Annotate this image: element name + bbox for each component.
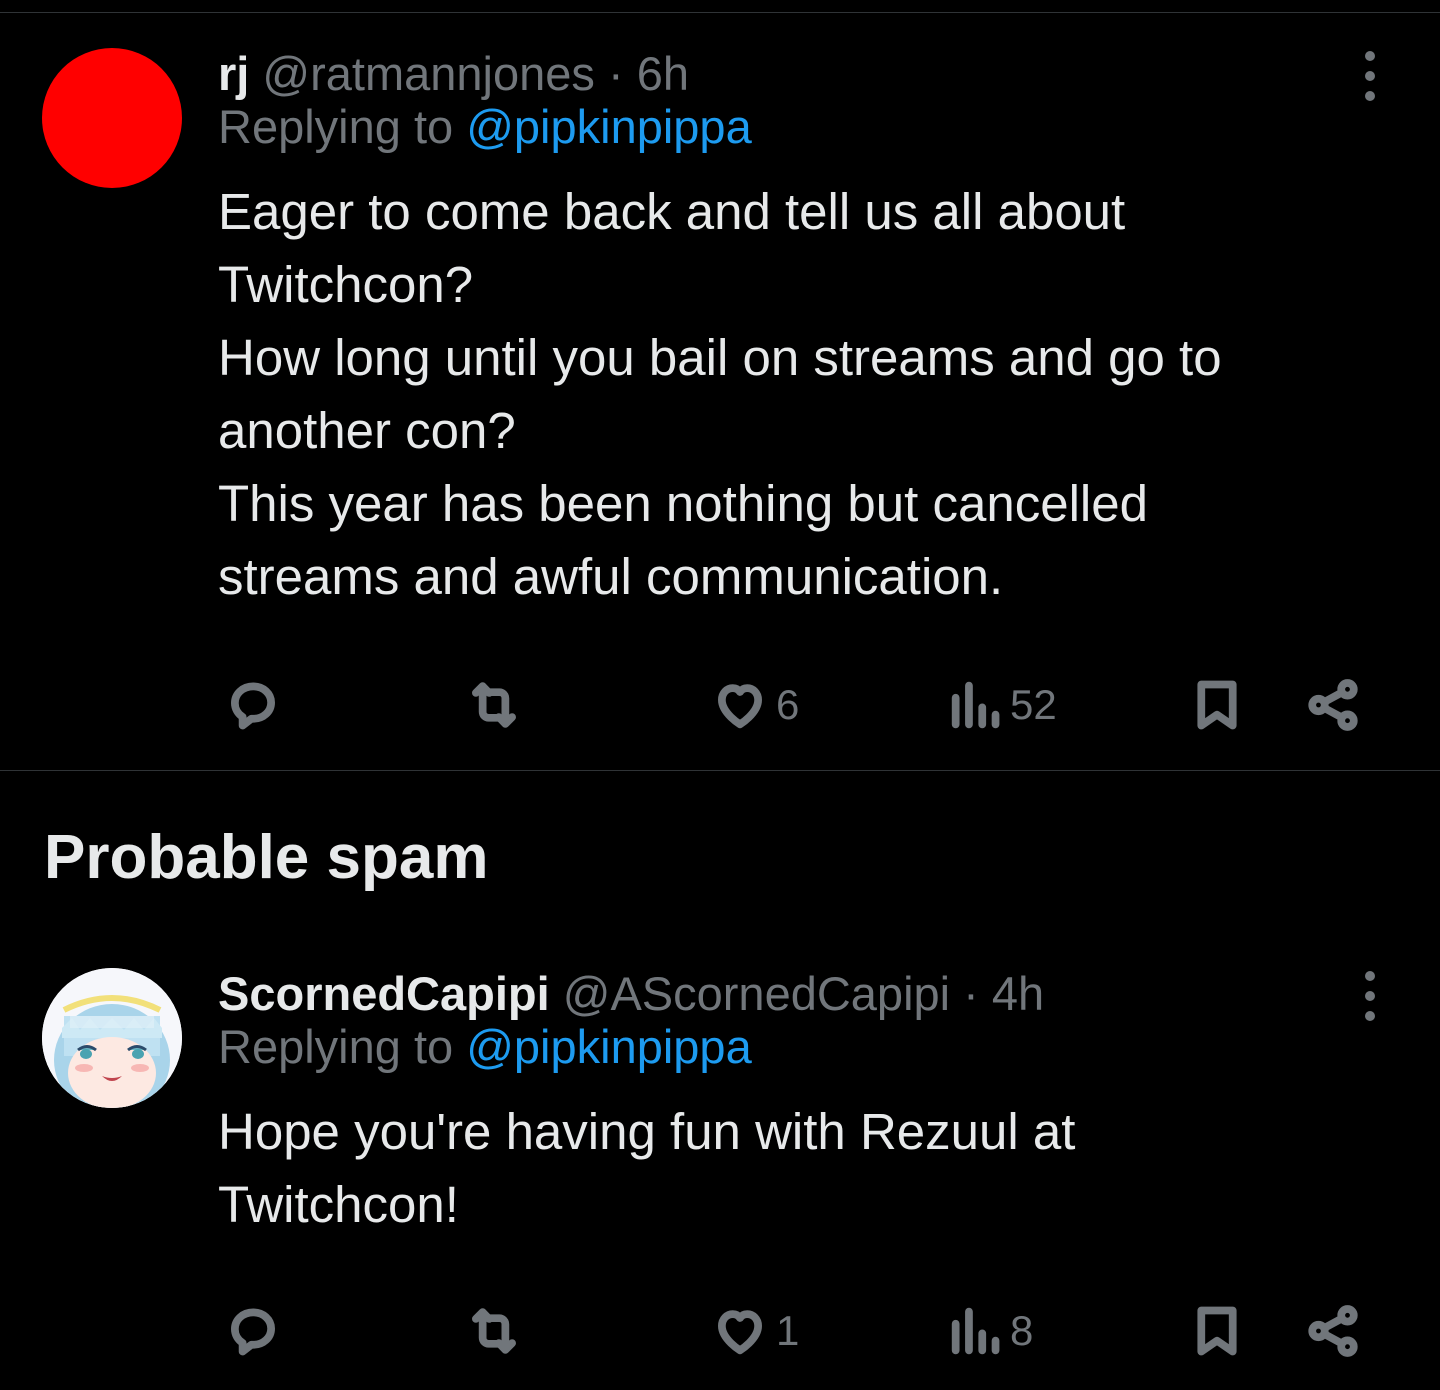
user-handle[interactable]: @AScornedCapipi [563, 967, 950, 1020]
retweet-button[interactable] [464, 670, 524, 740]
timestamp[interactable]: 6h [637, 47, 689, 100]
retweet-button[interactable] [464, 1296, 524, 1366]
tweet-text: Hope you're having fun with Rezuul at Tw… [218, 1103, 1076, 1233]
retweet-icon [472, 1308, 516, 1354]
timestamp[interactable]: 4h [992, 967, 1044, 1020]
reply-button[interactable] [224, 1296, 282, 1366]
action-bar: 6 52 [218, 670, 1398, 740]
separator: · [963, 967, 979, 1020]
more-icon[interactable] [1348, 46, 1392, 106]
more-icon[interactable] [1348, 966, 1392, 1026]
like-button[interactable]: 1 [710, 1296, 799, 1366]
divider [0, 770, 1440, 771]
replying-prefix: Replying to [218, 100, 454, 153]
bookmark-icon [1197, 680, 1237, 730]
mention-link[interactable]: @pipkinpippa [466, 100, 752, 153]
views-button[interactable]: 52 [946, 670, 1057, 740]
share-icon [1308, 679, 1358, 731]
separator: · [607, 47, 624, 100]
bookmark-button[interactable] [1188, 1296, 1246, 1366]
like-count: 1 [776, 1307, 800, 1354]
views-icon [951, 1307, 1000, 1355]
avatar[interactable] [42, 968, 182, 1108]
like-count: 6 [776, 681, 800, 728]
mention-link[interactable]: @pipkinpippa [466, 1020, 752, 1073]
views-icon [951, 681, 1000, 729]
share-button[interactable] [1304, 670, 1362, 740]
replying-prefix: Replying to [218, 1020, 454, 1073]
display-name[interactable]: ScornedCapipi [218, 967, 550, 1020]
display-name[interactable]: rj [218, 47, 249, 100]
action-bar: 1 8 [218, 1296, 1398, 1366]
anime-avatar-image [42, 968, 182, 1108]
tweet-1[interactable]: rj @ratmannjones · 6h Replying to @pipki… [0, 0, 1440, 770]
tweet-header: ScornedCapipi @AScornedCapipi · 4h [218, 964, 1380, 1024]
user-handle[interactable]: @ratmannjones [262, 47, 595, 100]
like-button[interactable]: 6 [710, 670, 799, 740]
reply-icon [231, 682, 275, 730]
bookmark-button[interactable] [1188, 670, 1246, 740]
reply-button[interactable] [224, 670, 282, 740]
retweet-icon [472, 682, 516, 728]
like-icon [718, 684, 762, 729]
replying-to: Replying to @pipkinpippa [218, 97, 1380, 157]
like-icon [718, 1310, 762, 1355]
share-icon [1308, 1305, 1358, 1357]
tweet-2[interactable]: ScornedCapipi @AScornedCapipi · 4h Reply… [0, 930, 1440, 1390]
tweet-header: rj @ratmannjones · 6h [218, 44, 1380, 104]
view-count: 52 [1010, 681, 1057, 728]
avatar[interactable] [42, 48, 182, 188]
section-title: Probable spam [44, 823, 489, 892]
tweet-text: Eager to come back and tell us all about… [218, 183, 1222, 605]
share-button[interactable] [1304, 1296, 1362, 1366]
reply-icon [231, 1308, 275, 1356]
views-button[interactable]: 8 [946, 1296, 1033, 1366]
view-count: 8 [1010, 1307, 1034, 1354]
bookmark-icon [1197, 1306, 1237, 1356]
replying-to: Replying to @pipkinpippa [218, 1017, 1380, 1077]
